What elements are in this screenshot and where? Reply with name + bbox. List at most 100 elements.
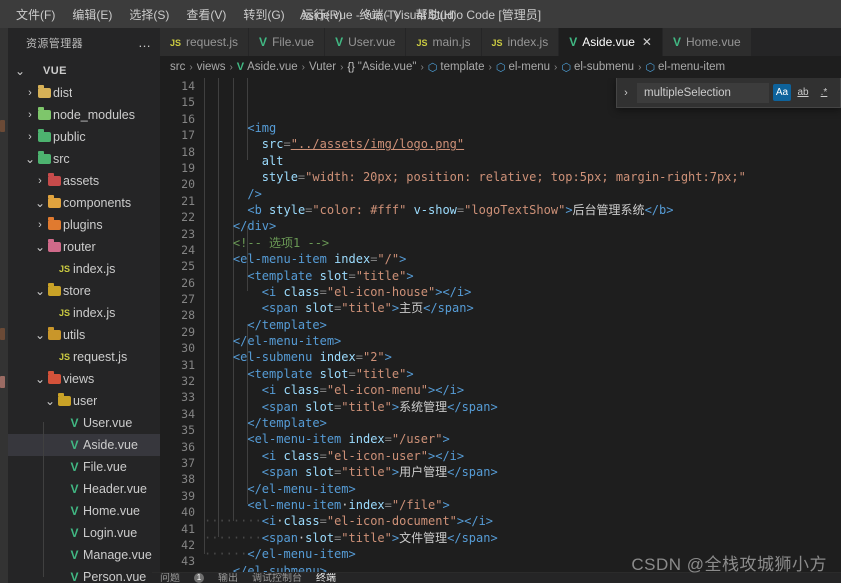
menu-item-2[interactable]: 选择(S) xyxy=(121,3,177,26)
code-line[interactable]: ········<i·class="el-icon-document"></i> xyxy=(204,513,841,529)
find-toggle-regex[interactable]: .* xyxy=(815,84,833,101)
code-line[interactable]: ······</el-menu-item> xyxy=(204,546,841,562)
tree-row[interactable]: V User.vue xyxy=(8,412,160,434)
breadcrumb-item[interactable]: V Aside.vue xyxy=(237,61,298,73)
find-toggles[interactable]: Aa ab .* xyxy=(773,84,836,101)
code-line[interactable]: </template> xyxy=(204,415,841,431)
tree-row[interactable]: ⌄ utils xyxy=(8,324,160,346)
chevron-down-icon[interactable]: ⌄ xyxy=(34,372,46,386)
code-line[interactable]: <el-menu-item index="/"> xyxy=(204,251,841,267)
tree-row[interactable]: › dist xyxy=(8,82,160,104)
breadcrumb-item[interactable]: ⬡ el-menu-item xyxy=(645,61,725,74)
chevron-right-icon[interactable]: › xyxy=(34,214,46,236)
panel-tab[interactable]: 输出 xyxy=(218,573,238,583)
tree-row[interactable]: V Aside.vue xyxy=(8,434,160,456)
code-line[interactable]: <template slot="title"> xyxy=(204,366,841,382)
tab-request-js[interactable]: JS request.js xyxy=(160,28,250,56)
activity-bar[interactable] xyxy=(0,28,8,583)
breadcrumb[interactable]: src › views › V Aside.vue › Vuter ›{} "Aside.vue"… xyxy=(160,56,841,78)
tab-file-vue[interactable]: V File.vue xyxy=(249,28,326,56)
chevron-right-icon[interactable]: › xyxy=(24,82,36,104)
find-toggle-whole-word[interactable]: ab xyxy=(794,84,812,101)
chevron-right-icon[interactable]: › xyxy=(34,170,46,192)
breadcrumb-item[interactable]: ⬡ el-menu xyxy=(496,61,550,74)
code-line[interactable]: <span slot="title">系统管理</span> xyxy=(204,399,841,415)
breadcrumb-item[interactable]: {} "Aside.vue" xyxy=(347,61,416,73)
code-line[interactable]: <el-submenu index="2"> xyxy=(204,349,841,365)
tree-row[interactable]: › plugins xyxy=(8,214,160,236)
code-line[interactable]: <template slot="title"> xyxy=(204,268,841,284)
find-expand-icon[interactable]: › xyxy=(619,87,633,99)
panel-tab[interactable]: 调试控制台 xyxy=(252,573,302,583)
panel-tab[interactable]: 终端 xyxy=(316,573,336,583)
code-line[interactable]: <span slot="title">用户管理</span> xyxy=(204,464,841,480)
tree-row[interactable]: JS index.js xyxy=(8,302,160,324)
code-line[interactable]: /> xyxy=(204,186,841,202)
tree-row[interactable]: V Manage.vue xyxy=(8,544,160,566)
chevron-right-icon[interactable]: › xyxy=(24,104,36,126)
explorer-more-icon[interactable]: … xyxy=(138,36,152,49)
tree-row[interactable]: › public xyxy=(8,126,160,148)
tab-aside-vue[interactable]: V Aside.vue ✕ xyxy=(559,28,663,56)
menu-item-6[interactable]: 终端(T) xyxy=(351,3,406,26)
tree-row[interactable]: ⌄ store xyxy=(8,280,160,302)
code-line[interactable]: </template> xyxy=(204,317,841,333)
menu-item-5[interactable]: 运行(R) xyxy=(294,3,351,26)
find-widget[interactable]: › multipleSelection Aa ab .* xyxy=(616,78,841,108)
menu-item-1[interactable]: 编辑(E) xyxy=(64,3,120,26)
code-content[interactable]: <img src="../assets/img/logo.png" alt st… xyxy=(204,78,841,583)
chevron-down-icon[interactable]: ⌄ xyxy=(34,328,46,342)
breadcrumb-item[interactable]: views xyxy=(197,61,226,73)
tree-row[interactable]: JS index.js xyxy=(8,258,160,280)
tree-row[interactable]: ⌄ src xyxy=(8,148,160,170)
code-editor[interactable]: 14 15 16 17 18 19 20 21 22 23 24 25 26 27 28 29 30 31 32 33… xyxy=(160,78,841,583)
tree-root-row[interactable]: ⌄ VUE xyxy=(8,60,160,82)
panel-tab[interactable]: 问题 xyxy=(160,573,180,583)
menu-item-0[interactable]: 文件(F) xyxy=(8,3,63,26)
tree-row[interactable]: ⌄ views xyxy=(8,368,160,390)
file-tree[interactable]: ⌄ VUE › dist › node_modules › public ⌄ src › assets… xyxy=(8,58,160,583)
chevron-right-icon[interactable]: › xyxy=(24,126,36,148)
code-line[interactable]: style="width: 20px; position: relative; … xyxy=(204,169,841,185)
breadcrumb-item[interactable]: ⬡ template xyxy=(428,61,485,74)
code-line[interactable]: ········<span·slot="title">文件管理</span> xyxy=(204,530,841,546)
chevron-down-icon[interactable]: ⌄ xyxy=(14,64,26,78)
tree-row[interactable]: ⌄ user xyxy=(8,390,160,412)
tree-row[interactable]: V Person.vue xyxy=(8,566,160,583)
tab-main-js[interactable]: JS main.js xyxy=(406,28,482,56)
chevron-down-icon[interactable]: ⌄ xyxy=(34,196,46,210)
chevron-down-icon[interactable]: ⌄ xyxy=(24,152,36,166)
code-line[interactable]: <i class="el-icon-house"></i> xyxy=(204,284,841,300)
code-line[interactable]: <i class="el-icon-menu"></i> xyxy=(204,382,841,398)
code-line[interactable]: <el-menu-item index="/user"> xyxy=(204,431,841,447)
close-icon[interactable]: ✕ xyxy=(642,36,652,48)
tree-row[interactable]: V Login.vue xyxy=(8,522,160,544)
chevron-down-icon[interactable]: ⌄ xyxy=(44,394,56,408)
tree-row[interactable]: ⌄ router xyxy=(8,236,160,258)
code-line[interactable]: src="../assets/img/logo.png" xyxy=(204,136,841,152)
code-line[interactable]: <b style="color: #fff" v-show="logoTextS… xyxy=(204,202,841,218)
code-line[interactable]: <!-- 选项1 --> xyxy=(204,235,841,251)
tree-row[interactable]: › node_modules xyxy=(8,104,160,126)
code-line[interactable]: alt xyxy=(204,153,841,169)
bottom-panel[interactable]: 问题 1 输出 调试控制台 终端 xyxy=(152,572,841,583)
code-line[interactable]: <i class="el-icon-user"></i> xyxy=(204,448,841,464)
breadcrumb-item[interactable]: ⬡ el-submenu xyxy=(561,61,634,74)
breadcrumb-item[interactable]: src xyxy=(170,61,185,73)
code-line[interactable]: </el-menu-item> xyxy=(204,333,841,349)
tree-row[interactable]: ⌄ components xyxy=(8,192,160,214)
breadcrumb-item[interactable]: Vuter xyxy=(309,61,336,73)
tree-row[interactable]: V Header.vue xyxy=(8,478,160,500)
menu-item-3[interactable]: 查看(V) xyxy=(178,3,234,26)
tree-row[interactable]: JS request.js xyxy=(8,346,160,368)
tree-row[interactable]: V Home.vue xyxy=(8,500,160,522)
menu-item-7[interactable]: 帮助(H) xyxy=(408,3,465,26)
tab-home-vue[interactable]: V Home.vue xyxy=(662,28,752,56)
tree-row[interactable]: › assets xyxy=(8,170,160,192)
tab-index-js[interactable]: JS index.js xyxy=(481,28,560,56)
code-line[interactable]: <img xyxy=(204,120,841,136)
code-line[interactable]: </el-menu-item> xyxy=(204,481,841,497)
find-input[interactable]: multipleSelection xyxy=(637,82,769,103)
chevron-down-icon[interactable]: ⌄ xyxy=(34,284,46,298)
chevron-down-icon[interactable]: ⌄ xyxy=(34,240,46,254)
